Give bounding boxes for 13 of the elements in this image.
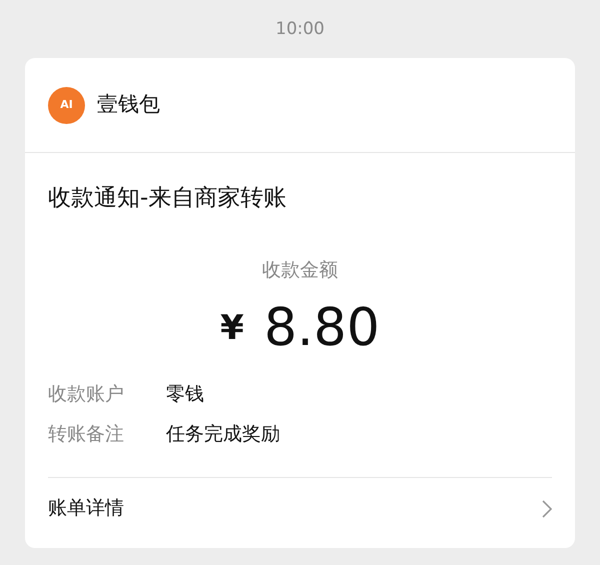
amount-label: 收款金额	[262, 258, 338, 280]
currency-symbol: ¥	[220, 306, 244, 350]
amount-value: 8.80	[264, 302, 380, 354]
detail-label: 转账备注	[48, 422, 125, 447]
chevron-right-icon	[542, 500, 552, 518]
detail-label: 收款账户	[48, 382, 125, 407]
app-logo: AI	[48, 86, 85, 124]
detail-value: 任务完成奖励	[166, 422, 280, 447]
app-name: 壹钱包	[97, 91, 160, 118]
notice-title: 收款通知-来自商家转账	[48, 185, 286, 211]
bill-details-link[interactable]: 账单详情	[48, 477, 552, 539]
detail-value: 零钱	[166, 382, 204, 407]
status-time: 10:00	[274, 18, 326, 41]
